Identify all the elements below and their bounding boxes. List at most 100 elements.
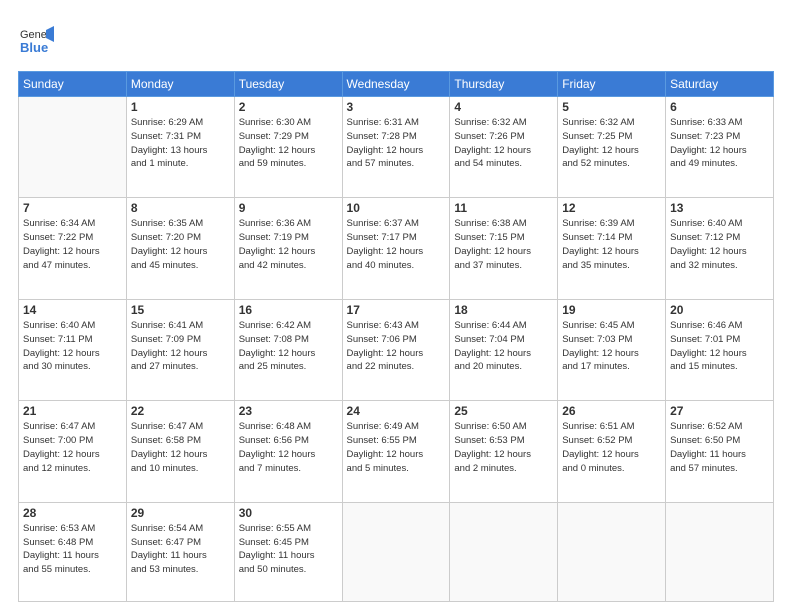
day-info: Sunrise: 6:42 AM Sunset: 7:08 PM Dayligh…: [239, 319, 338, 374]
calendar-cell: [342, 502, 450, 601]
day-number: 4: [454, 100, 553, 114]
calendar-cell: 6 Sunrise: 6:33 AM Sunset: 7:23 PM Daylig…: [666, 97, 774, 198]
calendar-cell: 28 Sunrise: 6:53 AM Sunset: 6:48 PM Dayli…: [19, 502, 127, 601]
day-number: 20: [670, 303, 769, 317]
calendar-cell: [558, 502, 666, 601]
day-info: Sunrise: 6:40 AM Sunset: 7:11 PM Dayligh…: [23, 319, 122, 374]
calendar-cell: 16 Sunrise: 6:42 AM Sunset: 7:08 PM Dayli…: [234, 299, 342, 400]
day-number: 9: [239, 201, 338, 215]
day-info: Sunrise: 6:29 AM Sunset: 7:31 PM Dayligh…: [131, 116, 230, 171]
calendar-cell: 29Sunrise: 6:54 AM Sunset: 6:47 PM Dayli…: [126, 502, 234, 601]
day-number: 27: [670, 404, 769, 418]
day-info: Sunrise: 6:50 AM Sunset: 6:53 PM Dayligh…: [454, 420, 553, 475]
calendar-day-header: Sunday: [19, 72, 127, 97]
calendar-cell: 2Sunrise: 6:30 AM Sunset: 7:29 PM Daylig…: [234, 97, 342, 198]
calendar-cell: 12 Sunrise: 6:39 AM Sunset: 7:14 PM Dayli…: [558, 198, 666, 299]
calendar-cell: 27 Sunrise: 6:52 AM Sunset: 6:50 PM Dayli…: [666, 401, 774, 502]
calendar-cell: 9 Sunrise: 6:36 AM Sunset: 7:19 PM Daylig…: [234, 198, 342, 299]
calendar-cell: 15Sunrise: 6:41 AM Sunset: 7:09 PM Dayli…: [126, 299, 234, 400]
day-info: Sunrise: 6:38 AM Sunset: 7:15 PM Dayligh…: [454, 217, 553, 272]
calendar-cell: 3 Sunrise: 6:31 AM Sunset: 7:28 PM Daylig…: [342, 97, 450, 198]
day-info: Sunrise: 6:43 AM Sunset: 7:06 PM Dayligh…: [347, 319, 446, 374]
calendar-cell: 5 Sunrise: 6:32 AM Sunset: 7:25 PM Daylig…: [558, 97, 666, 198]
day-info: Sunrise: 6:39 AM Sunset: 7:14 PM Dayligh…: [562, 217, 661, 272]
day-number: 24: [347, 404, 446, 418]
calendar-cell: [666, 502, 774, 601]
day-number: 23: [239, 404, 338, 418]
calendar-cell: 13 Sunrise: 6:40 AM Sunset: 7:12 PM Dayli…: [666, 198, 774, 299]
day-info: Sunrise: 6:47 AM Sunset: 7:00 PM Dayligh…: [23, 420, 122, 475]
day-info: Sunrise: 6:40 AM Sunset: 7:12 PM Dayligh…: [670, 217, 769, 272]
day-info: Sunrise: 6:47 AM Sunset: 6:58 PM Dayligh…: [131, 420, 230, 475]
calendar-cell: 18 Sunrise: 6:44 AM Sunset: 7:04 PM Dayli…: [450, 299, 558, 400]
calendar-day-header: Monday: [126, 72, 234, 97]
day-info: Sunrise: 6:33 AM Sunset: 7:23 PM Dayligh…: [670, 116, 769, 171]
calendar-cell: 22Sunrise: 6:47 AM Sunset: 6:58 PM Dayli…: [126, 401, 234, 502]
day-info: Sunrise: 6:55 AM Sunset: 6:45 PM Dayligh…: [239, 522, 338, 577]
day-number: 1: [131, 100, 230, 114]
day-info: Sunrise: 6:46 AM Sunset: 7:01 PM Dayligh…: [670, 319, 769, 374]
calendar-day-header: Friday: [558, 72, 666, 97]
header: General Blue: [18, 18, 774, 63]
day-number: 13: [670, 201, 769, 215]
day-info: Sunrise: 6:45 AM Sunset: 7:03 PM Dayligh…: [562, 319, 661, 374]
day-info: Sunrise: 6:37 AM Sunset: 7:17 PM Dayligh…: [347, 217, 446, 272]
day-number: 6: [670, 100, 769, 114]
day-info: Sunrise: 6:32 AM Sunset: 7:26 PM Dayligh…: [454, 116, 553, 171]
day-number: 28: [23, 506, 122, 520]
day-info: Sunrise: 6:30 AM Sunset: 7:29 PM Dayligh…: [239, 116, 338, 171]
day-number: 15: [131, 303, 230, 317]
svg-text:Blue: Blue: [20, 40, 48, 55]
calendar-cell: 30 Sunrise: 6:55 AM Sunset: 6:45 PM Dayli…: [234, 502, 342, 601]
day-number: 19: [562, 303, 661, 317]
calendar-cell: 21 Sunrise: 6:47 AM Sunset: 7:00 PM Dayli…: [19, 401, 127, 502]
calendar-cell: 1 Sunrise: 6:29 AM Sunset: 7:31 PM Daylig…: [126, 97, 234, 198]
calendar-cell: [450, 502, 558, 601]
day-info: Sunrise: 6:31 AM Sunset: 7:28 PM Dayligh…: [347, 116, 446, 171]
day-info: Sunrise: 6:36 AM Sunset: 7:19 PM Dayligh…: [239, 217, 338, 272]
logo: General Blue: [18, 22, 54, 63]
day-number: 29: [131, 506, 230, 520]
day-number: 25: [454, 404, 553, 418]
calendar-cell: 14 Sunrise: 6:40 AM Sunset: 7:11 PM Dayli…: [19, 299, 127, 400]
day-number: 7: [23, 201, 122, 215]
calendar-cell: [19, 97, 127, 198]
day-number: 3: [347, 100, 446, 114]
page: General Blue SundayMondayTuesdayWednesda…: [0, 0, 792, 612]
day-info: Sunrise: 6:48 AM Sunset: 6:56 PM Dayligh…: [239, 420, 338, 475]
day-number: 26: [562, 404, 661, 418]
calendar-cell: 24 Sunrise: 6:49 AM Sunset: 6:55 PM Dayli…: [342, 401, 450, 502]
calendar-table: SundayMondayTuesdayWednesdayThursdayFrid…: [18, 71, 774, 602]
calendar-cell: 23 Sunrise: 6:48 AM Sunset: 6:56 PM Dayli…: [234, 401, 342, 502]
day-number: 5: [562, 100, 661, 114]
day-number: 10: [347, 201, 446, 215]
day-info: Sunrise: 6:49 AM Sunset: 6:55 PM Dayligh…: [347, 420, 446, 475]
day-number: 30: [239, 506, 338, 520]
day-number: 16: [239, 303, 338, 317]
day-number: 14: [23, 303, 122, 317]
day-number: 12: [562, 201, 661, 215]
day-info: Sunrise: 6:52 AM Sunset: 6:50 PM Dayligh…: [670, 420, 769, 475]
day-number: 8: [131, 201, 230, 215]
day-info: Sunrise: 6:53 AM Sunset: 6:48 PM Dayligh…: [23, 522, 122, 577]
day-number: 11: [454, 201, 553, 215]
calendar-cell: 10 Sunrise: 6:37 AM Sunset: 7:17 PM Dayli…: [342, 198, 450, 299]
calendar-day-header: Tuesday: [234, 72, 342, 97]
calendar-day-header: Wednesday: [342, 72, 450, 97]
day-number: 21: [23, 404, 122, 418]
day-number: 18: [454, 303, 553, 317]
calendar-day-header: Saturday: [666, 72, 774, 97]
day-info: Sunrise: 6:32 AM Sunset: 7:25 PM Dayligh…: [562, 116, 661, 171]
calendar-cell: 19 Sunrise: 6:45 AM Sunset: 7:03 PM Dayli…: [558, 299, 666, 400]
calendar-cell: 8 Sunrise: 6:35 AM Sunset: 7:20 PM Daylig…: [126, 198, 234, 299]
calendar-cell: 20 Sunrise: 6:46 AM Sunset: 7:01 PM Dayli…: [666, 299, 774, 400]
day-info: Sunrise: 6:35 AM Sunset: 7:20 PM Dayligh…: [131, 217, 230, 272]
calendar-header-row: SundayMondayTuesdayWednesdayThursdayFrid…: [19, 72, 774, 97]
day-info: Sunrise: 6:34 AM Sunset: 7:22 PM Dayligh…: [23, 217, 122, 272]
calendar-cell: 25 Sunrise: 6:50 AM Sunset: 6:53 PM Dayli…: [450, 401, 558, 502]
day-number: 17: [347, 303, 446, 317]
day-info: Sunrise: 6:44 AM Sunset: 7:04 PM Dayligh…: [454, 319, 553, 374]
calendar-cell: 4 Sunrise: 6:32 AM Sunset: 7:26 PM Daylig…: [450, 97, 558, 198]
logo-icon: General Blue: [18, 22, 54, 58]
calendar-day-header: Thursday: [450, 72, 558, 97]
